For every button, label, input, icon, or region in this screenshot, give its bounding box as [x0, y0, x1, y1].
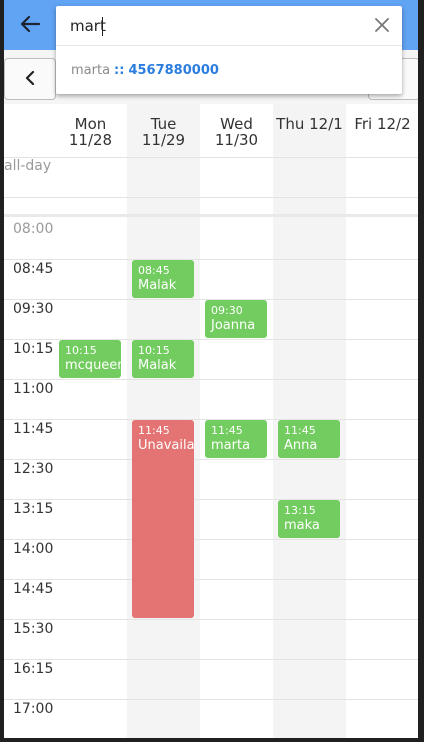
day-header[interactable]: Fri 12/2 [346, 116, 418, 132]
previous-week-button[interactable] [4, 58, 56, 100]
event-time: 13:15 [284, 504, 316, 517]
back-button[interactable] [10, 6, 50, 46]
time-label: 13:15 [13, 501, 54, 517]
chevron-left-icon [25, 70, 35, 89]
booking-event[interactable]: 09:30 Joanna [205, 300, 267, 338]
close-icon [375, 17, 389, 36]
event-time: 11:45 [211, 424, 243, 437]
event-title: maka [284, 518, 320, 533]
event-time: 09:30 [211, 304, 243, 317]
search-card: marta :: 4567880000 [56, 6, 402, 94]
search-input[interactable] [56, 6, 402, 46]
booking-event[interactable]: 10:15 mcqueen [59, 340, 121, 378]
event-title: Malak [138, 278, 177, 293]
day-header[interactable]: Tue 11/29 [127, 116, 200, 148]
day-header[interactable]: Thu 12/1 [273, 116, 346, 132]
booking-event[interactable]: 11:45 Anna [278, 420, 340, 458]
suggestion-phone: 4567880000 [128, 63, 219, 78]
time-label: 10:15 [13, 341, 54, 357]
time-label: 09:30 [13, 301, 54, 317]
day-column [54, 104, 127, 738]
app-screen: Mon 11/28 Tue 11/29 Wed 11/30 Thu 12/1 Fri 1… [4, 0, 418, 738]
day-column [346, 104, 418, 738]
time-row-divider [4, 699, 418, 700]
event-title: mcqueen [65, 358, 121, 373]
time-label: 17:00 [13, 701, 54, 717]
unavailable-block[interactable]: 11:45Unavailable [132, 420, 194, 618]
time-label: 14:00 [13, 541, 54, 557]
time-row-divider [4, 579, 418, 580]
event-title: Malak [138, 358, 177, 373]
time-label: 11:45 [13, 421, 54, 437]
booking-event[interactable]: 11:45 marta [205, 420, 267, 458]
time-row-divider [4, 619, 418, 620]
event-title: Unavailable [138, 438, 194, 453]
time-label: 15:30 [13, 621, 54, 637]
time-row-divider [4, 539, 418, 540]
event-title: marta [211, 438, 251, 453]
day-header[interactable]: Mon 11/28 [54, 116, 127, 148]
search-suggestion[interactable]: marta :: 4567880000 [56, 47, 402, 94]
time-row-divider [4, 379, 418, 380]
event-time: 10:15 [138, 344, 170, 357]
event-time: 11:45 [138, 424, 170, 437]
event-time: 08:45 [138, 264, 170, 277]
time-label: 12:30 [13, 461, 54, 477]
time-label: 08:00 [13, 221, 54, 237]
time-label: 14:45 [13, 581, 54, 597]
booking-event[interactable]: 08:45 Malak [132, 260, 194, 298]
booking-event[interactable]: 13:15 maka [278, 500, 340, 538]
time-row-divider [4, 499, 418, 500]
text-cursor [102, 17, 103, 36]
clear-search-button[interactable] [368, 12, 396, 40]
calendar-week-view: Mon 11/28 Tue 11/29 Wed 11/30 Thu 12/1 Fri 1… [4, 104, 418, 738]
arrow-left-icon [20, 15, 41, 37]
time-row-divider [4, 659, 418, 660]
allday-bottom-divider [4, 214, 418, 217]
day-header[interactable]: Wed 11/30 [200, 116, 273, 148]
event-time: 10:15 [65, 344, 97, 357]
event-time: 11:45 [284, 424, 316, 437]
suggestion-separator: :: [114, 63, 125, 78]
allday-divider [4, 197, 418, 198]
suggestion-name: marta [71, 63, 111, 78]
time-row-divider [4, 259, 418, 260]
time-row-divider [4, 459, 418, 460]
time-label: 11:00 [13, 381, 54, 397]
all-day-label: all-day [4, 158, 52, 174]
time-label: 16:15 [13, 661, 54, 677]
header-divider [4, 157, 418, 158]
event-title: Anna [284, 438, 318, 453]
booking-event[interactable]: 10:15 Malak [132, 340, 194, 378]
event-title: Joanna [211, 318, 256, 333]
time-label: 08:45 [13, 261, 54, 277]
